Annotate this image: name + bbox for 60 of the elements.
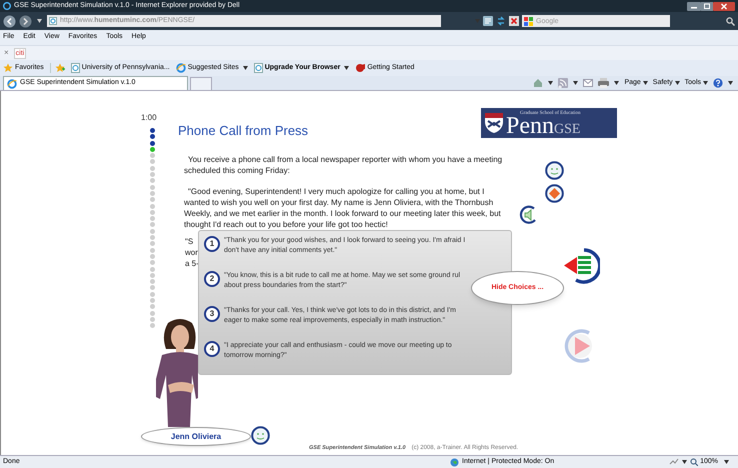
- choice-number-button[interactable]: 2: [204, 271, 220, 287]
- paragraph-fragment: wor: [185, 247, 199, 258]
- caret-icon: [37, 19, 42, 23]
- dropdown-icon[interactable]: [548, 81, 554, 85]
- browser-icon: [7, 78, 17, 88]
- stop-button[interactable]: [509, 16, 519, 26]
- speaker-icon[interactable]: [519, 205, 538, 224]
- dropdown-icon[interactable]: [728, 81, 733, 85]
- choices-list-button[interactable]: [562, 247, 600, 285]
- back-button[interactable]: [3, 14, 16, 28]
- scene-title: Phone Call from Press: [178, 122, 308, 140]
- search-provider-icon[interactable]: [524, 16, 533, 26]
- caret-icon: [703, 81, 708, 85]
- close-button[interactable]: [713, 2, 735, 10]
- character-name-label: Jenn Oliviera: [141, 427, 251, 446]
- magnifier-icon: [690, 458, 698, 466]
- maximize-button[interactable]: [701, 2, 713, 10]
- bird-icon: [355, 63, 366, 73]
- close-button[interactable]: ×: [4, 47, 9, 59]
- paragraph-fragment: "S: [185, 236, 194, 247]
- add-favorite-button[interactable]: [50, 63, 65, 73]
- smiley-face-icon[interactable]: [251, 426, 270, 445]
- dropdown-icon[interactable]: [614, 81, 620, 85]
- caret-icon: [573, 81, 578, 85]
- forward-button[interactable]: [19, 14, 32, 28]
- caret-icon: [242, 66, 248, 70]
- mail-icon[interactable]: [583, 79, 594, 87]
- page-icon: [49, 17, 57, 25]
- caret-icon: [548, 81, 554, 85]
- page-icon: [70, 63, 80, 73]
- dropdown-icon[interactable]: [724, 460, 729, 464]
- globe-icon: [450, 458, 459, 466]
- help-icon[interactable]: [713, 78, 723, 88]
- caret-icon: [682, 460, 688, 464]
- search-icon[interactable]: [726, 16, 735, 26]
- paragraph-fragment: a 5-: [185, 258, 199, 269]
- caret-icon: [724, 460, 729, 464]
- caret-icon: [728, 81, 733, 85]
- dropdown-icon[interactable]: [682, 460, 688, 464]
- smiley-face-icon[interactable]: [545, 161, 564, 180]
- browser-icon: [3, 2, 11, 10]
- caret-icon: [614, 81, 620, 85]
- caret-icon: [674, 81, 680, 85]
- page-icon: [254, 63, 263, 73]
- choice-number-button[interactable]: 3: [204, 306, 220, 322]
- refresh-button[interactable]: [496, 16, 506, 26]
- choice-number-button[interactable]: 1: [204, 236, 220, 252]
- timer: 1:00: [141, 112, 157, 124]
- dropdown-icon[interactable]: [573, 81, 578, 85]
- minimize-button[interactable]: [687, 2, 701, 10]
- history-dropdown-icon[interactable]: [37, 19, 42, 23]
- browser-icon: [176, 63, 186, 73]
- print-button[interactable]: [598, 78, 610, 88]
- caret-icon: [344, 66, 350, 70]
- compatibility-icon[interactable]: [483, 16, 493, 26]
- paragraph: You receive a phone call from a local newspaper reporter with whom you have a meeting scheduled this coming Friday:: [184, 154, 504, 176]
- choice-number-button[interactable]: 4: [204, 341, 220, 357]
- caret-icon: [642, 81, 648, 85]
- paragraph: "Good evening, Superintendent! I very much apologize for calling you at home, but I wanted to wish you well on your first day. My name is Jenn Oliviera, with the Thornbush Weekly, and we met earlier in the month. I look forward to our meeting later this week, but thought I'd reach out to you before your life got too hectic!: [184, 186, 502, 230]
- star-icon: [3, 63, 13, 73]
